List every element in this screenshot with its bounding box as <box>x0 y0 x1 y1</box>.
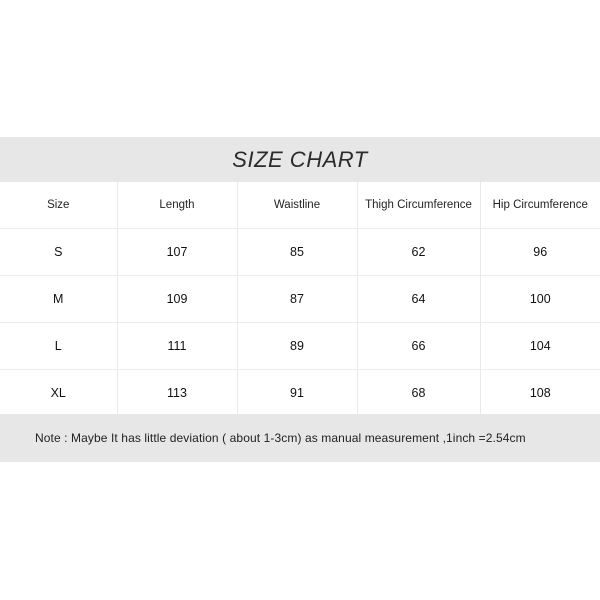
column-header-size: Size <box>0 182 118 229</box>
cell-size: S <box>0 228 118 276</box>
cell-thigh: 68 <box>357 369 481 416</box>
note-band: Note : Maybe It has little deviation ( a… <box>0 414 600 462</box>
table-body: S 107 85 62 96 M 109 87 64 100 L 111 89 … <box>0 228 600 416</box>
table-row: L 111 89 66 104 <box>0 322 600 370</box>
cell-waistline: 91 <box>237 369 358 416</box>
cell-length: 113 <box>117 369 238 416</box>
measurement-note: Note : Maybe It has little deviation ( a… <box>35 431 526 445</box>
title-band: SIZE CHART <box>0 137 600 182</box>
cell-length: 107 <box>117 228 238 276</box>
cell-size: XL <box>0 369 118 416</box>
size-chart-table: Size Length Waistline Thigh Circumferenc… <box>0 182 600 416</box>
cell-thigh: 64 <box>357 275 481 323</box>
table-header: Size Length Waistline Thigh Circumferenc… <box>0 182 600 229</box>
table-row: M 109 87 64 100 <box>0 275 600 323</box>
cell-hip: 96 <box>480 228 600 276</box>
table-row: S 107 85 62 96 <box>0 228 600 276</box>
cell-waistline: 87 <box>237 275 358 323</box>
cell-length: 109 <box>117 275 238 323</box>
table-row: XL 113 91 68 108 <box>0 369 600 416</box>
column-header-hip: Hip Circumference <box>480 182 600 229</box>
page-title: SIZE CHART <box>232 146 368 172</box>
column-header-thigh: Thigh Circumference <box>357 182 481 229</box>
cell-hip: 108 <box>529 386 551 400</box>
cell-size: L <box>0 322 118 370</box>
cell-thigh: 66 <box>357 322 481 370</box>
cell-thigh: 62 <box>357 228 481 276</box>
size-chart-page: SIZE CHART Size Length Waistline Thigh C… <box>0 0 600 600</box>
cell-hip: 100 <box>480 275 600 323</box>
column-header-waistline: Waistline <box>237 182 358 229</box>
cell-length: 111 <box>117 322 238 370</box>
cell-size: M <box>0 275 118 323</box>
table-header-row: Size Length Waistline Thigh Circumferenc… <box>0 182 600 229</box>
cell-waistline: 85 <box>237 228 358 276</box>
cell-hip: 104 <box>480 322 600 370</box>
cell-waistline: 89 <box>237 322 358 370</box>
column-header-length: Length <box>117 182 238 229</box>
